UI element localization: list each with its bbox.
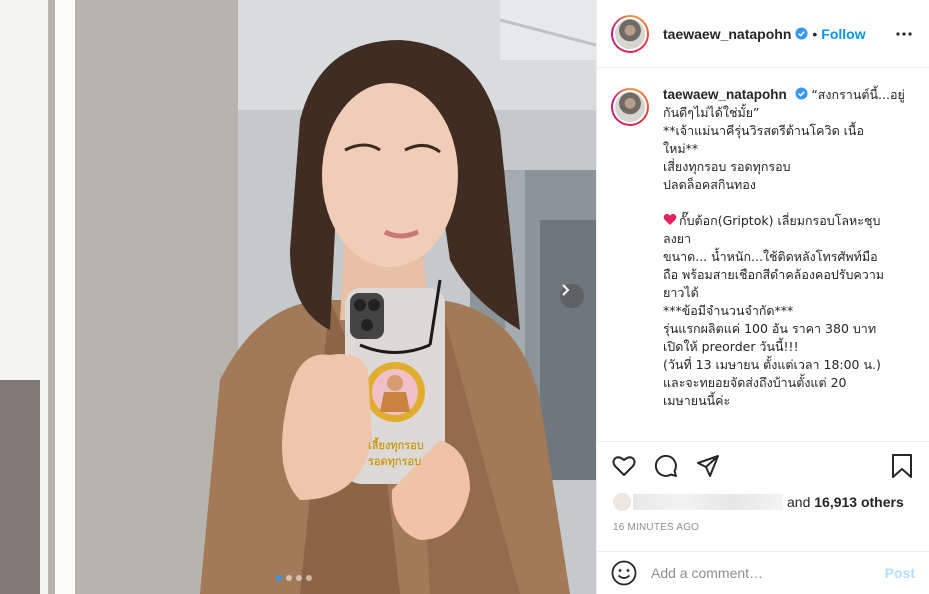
- verified-badge-icon: [795, 87, 808, 100]
- separator-dot: •: [812, 25, 818, 42]
- caption-line: ***ข้อมีจำนวนจำกัด***: [663, 303, 794, 318]
- share-icon: [697, 455, 719, 477]
- liker-names-blurred: [633, 494, 783, 510]
- post-header: taewaew_natapohn • Follow: [597, 0, 929, 68]
- share-button[interactable]: [695, 453, 721, 479]
- carousel-dot: [306, 575, 312, 581]
- caption-line: รุ่นแรกผลิตแค่ 100 อัน ราคา 380 บาท: [663, 321, 877, 336]
- chevron-right-icon: [562, 284, 570, 296]
- caption-line: ยาวได้: [663, 285, 699, 300]
- comment-input[interactable]: [651, 565, 885, 581]
- carousel-dot: [296, 575, 302, 581]
- avatar[interactable]: [611, 14, 649, 53]
- caption-line-heart: กั๊บต้อก(Griptok) เลี่ยมกรอบโลหะชุบ: [663, 212, 911, 230]
- carousel-dot: [276, 575, 282, 581]
- caption-line: ลงยา: [663, 231, 692, 246]
- comment-button[interactable]: [653, 453, 679, 479]
- verified-badge-icon: [795, 27, 808, 40]
- more-options-button[interactable]: [893, 23, 915, 45]
- caption-line: **เจ้าแม่นาคีรุ่นวิรสตรีต้านโควิด เนื้อ: [663, 123, 864, 138]
- post-side-panel: taewaew_natapohn • Follow taewaew_natapo…: [596, 0, 929, 594]
- caption-line: ปลดล็อคสกินทอง: [663, 177, 756, 192]
- caption-line: ขนาด... น้ำหนัก...ใช้ติดหลังโทรศัพท์มือ: [663, 249, 878, 264]
- caption-line: [663, 194, 911, 212]
- carousel-next-button[interactable]: [560, 284, 584, 308]
- heart-icon: [612, 456, 636, 476]
- instagram-post: เลี้ยงทุกรอบ รอดทุกรอบ taewaew_natapohn …: [0, 0, 929, 594]
- like-button[interactable]: [611, 453, 637, 479]
- caption-line: เปิดให้ preorder วันนี้!!!: [663, 339, 799, 354]
- post-photo[interactable]: เลี้ยงทุกรอบ รอดทุกรอบ: [0, 0, 596, 594]
- caption-line: เมษายนนี้ค่ะ: [663, 393, 731, 408]
- bookmark-icon: [892, 454, 912, 478]
- post-timestamp[interactable]: 16 MINUTES AGO: [597, 514, 929, 552]
- add-comment-bar: Post: [597, 552, 929, 594]
- post-caption: taewaew_natapohn “สงกรานต์นี้...อยู่ กัน…: [663, 86, 911, 410]
- likes-count[interactable]: 16,913 others: [814, 494, 904, 510]
- caption-line: “สงกรานต์นี้...อยู่: [811, 87, 905, 102]
- action-bar: [597, 442, 929, 490]
- amulet-text-line2: รอดทุกรอบ: [368, 455, 422, 468]
- likes-and-label: and: [787, 494, 811, 510]
- caption-line: กั๊บต้อก(Griptok) เลี่ยมกรอบโลหะชุบ: [679, 213, 881, 228]
- comments-section[interactable]: taewaew_natapohn “สงกรานต์นี้...อยู่ กัน…: [597, 68, 929, 442]
- follow-button[interactable]: Follow: [821, 26, 865, 42]
- caption-line: กันดีๆไม่ได้ใช่มั้ย”: [663, 105, 760, 120]
- carousel-dot: [286, 575, 292, 581]
- photo-illustration: [0, 0, 596, 594]
- more-options-icon: [896, 31, 912, 36]
- likes-row[interactable]: and 16,913 others: [597, 490, 929, 514]
- caption-line: ใหม่**: [663, 141, 699, 156]
- caption-line: และจะทยอยจัดส่งถึงบ้านตั้งแต่ 20: [663, 375, 847, 390]
- comment-icon: [654, 454, 677, 477]
- emoji-icon[interactable]: [611, 560, 637, 586]
- caption-avatar[interactable]: [611, 88, 649, 126]
- caption-line: เสี่ยงทุกรอบ รอดทุกรอบ: [663, 159, 791, 174]
- caption-row: taewaew_natapohn “สงกรานต์นี้...อยู่ กัน…: [611, 86, 915, 410]
- heart-emoji-icon: [663, 213, 677, 225]
- caption-username[interactable]: taewaew_natapohn: [663, 87, 787, 102]
- avatar-image: [613, 16, 647, 51]
- carousel-indicator: [276, 575, 312, 581]
- header-username[interactable]: taewaew_natapohn: [663, 26, 791, 42]
- save-button[interactable]: [889, 453, 915, 479]
- caption-line: ถือ พร้อมสายเชือกสีดำคล้องคอปรับความ: [663, 267, 885, 282]
- caption-line: (วันที่ 13 เมษายน ตั้งแต่เวลา 18:00 น.): [663, 357, 881, 372]
- liker-avatar-blurred: [613, 493, 631, 511]
- post-comment-button[interactable]: Post: [885, 565, 915, 581]
- avatar-image: [613, 90, 647, 124]
